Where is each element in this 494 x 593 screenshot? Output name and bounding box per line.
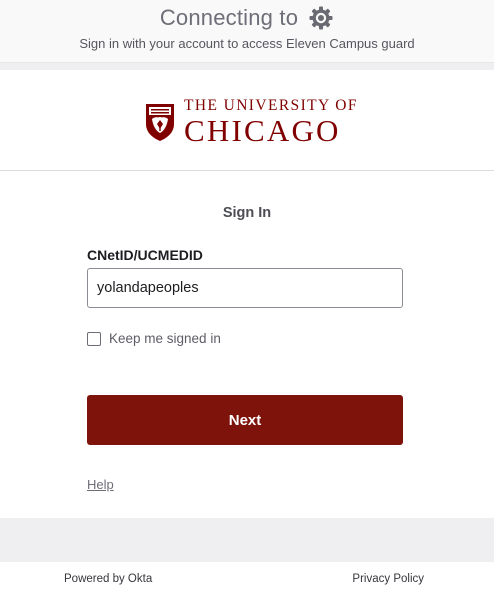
next-button[interactable]: Next xyxy=(87,395,403,445)
university-logo: THE UNIVERSITY OF CHICAGO xyxy=(144,98,358,146)
university-crest-icon xyxy=(146,103,174,141)
footer: Powered by Okta Privacy Policy xyxy=(0,562,494,593)
logo-text: THE UNIVERSITY OF CHICAGO xyxy=(184,98,358,146)
banner-subtitle: Sign in with your account to access Elev… xyxy=(79,36,415,51)
page: Connecting to Sign in with your account … xyxy=(0,0,494,593)
sign-in-card: THE UNIVERSITY OF CHICAGO Sign In CNetID… xyxy=(0,70,494,518)
sign-in-heading: Sign In xyxy=(222,205,272,221)
logo-area: THE UNIVERSITY OF CHICAGO xyxy=(0,70,494,171)
privacy-policy-link[interactable]: Privacy Policy xyxy=(352,573,424,585)
keep-signed-in-checkbox[interactable] xyxy=(87,331,101,346)
connecting-banner: Connecting to Sign in with your account … xyxy=(0,0,494,63)
help-link[interactable]: Help xyxy=(87,477,114,492)
gear-icon xyxy=(309,6,333,30)
banner-title-row: Connecting to xyxy=(0,3,494,33)
username-input[interactable] xyxy=(87,268,403,308)
keep-signed-in-label[interactable]: Keep me signed in xyxy=(109,331,221,346)
keep-signed-in-row[interactable]: Keep me signed in xyxy=(87,331,221,346)
logo-line2: CHICAGO xyxy=(184,112,341,148)
powered-by-okta: Powered by Okta xyxy=(64,573,153,585)
username-label: CNetID/UCMEDID xyxy=(87,247,203,263)
banner-title: Connecting to xyxy=(159,5,299,30)
logo-line1: THE UNIVERSITY OF xyxy=(184,97,358,114)
